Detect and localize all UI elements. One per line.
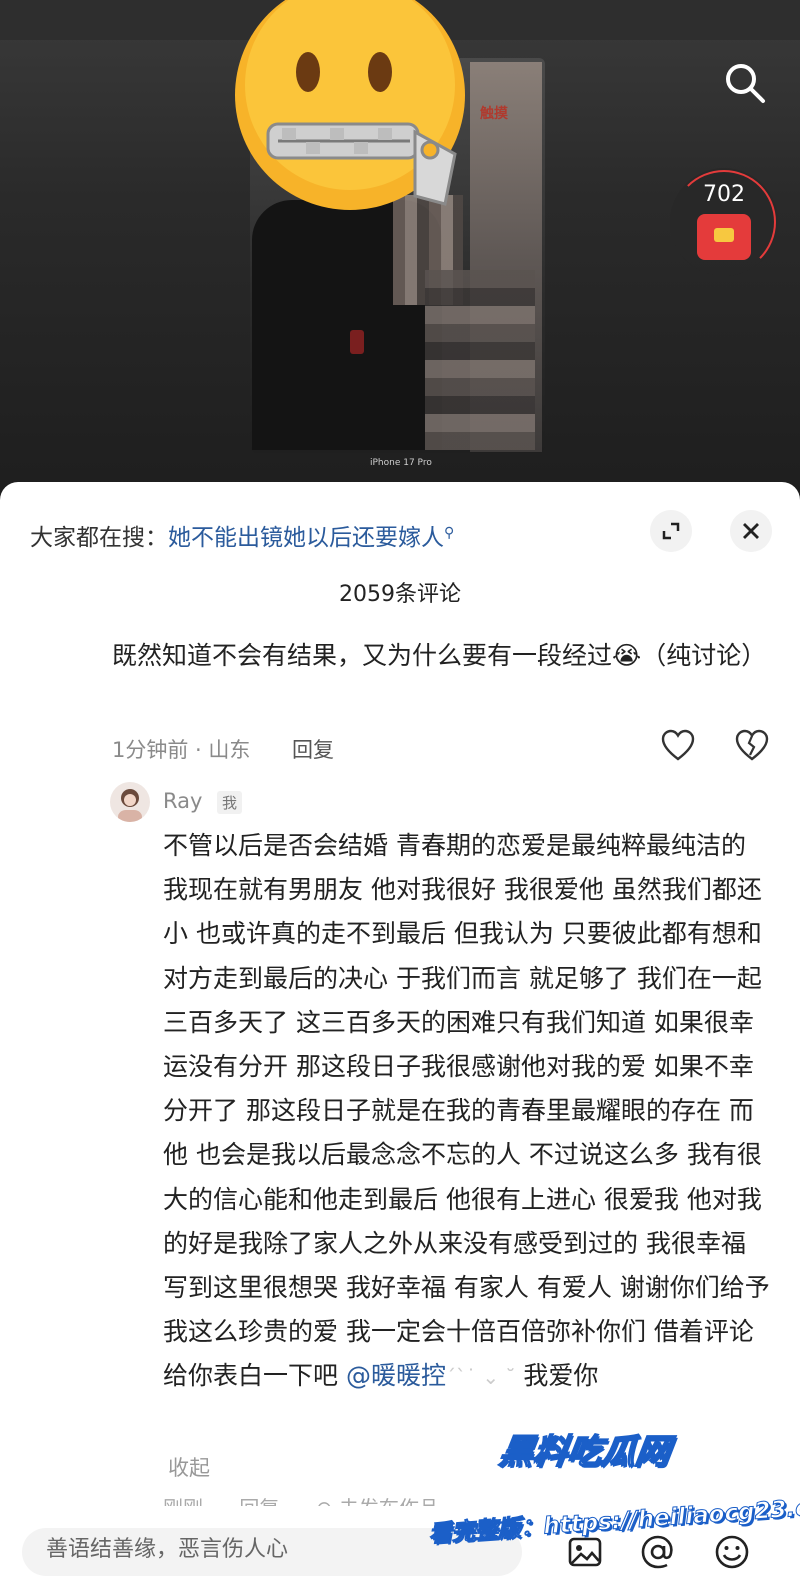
reply-text-end: 我爱你 [515,1361,599,1391]
mosaic-blur [425,270,535,450]
comment-text: 既然知道不会有结果，又为什么要有一段经过😭（纯讨论） [112,641,767,670]
avatar[interactable] [110,782,150,822]
broken-heart-icon[interactable] [734,728,770,764]
comment-meta: 1分钟前 · 山东 [112,738,251,762]
red-packet-icon [697,214,751,260]
watermark-logo: 黑料吃瓜网 [496,1431,673,1473]
search-icon[interactable] [720,58,770,108]
zipper-mouth-emoji-icon [235,0,465,210]
reply-source: ⊙ 未发布作品 [316,1496,439,1506]
close-icon[interactable] [730,510,772,552]
hot-search-prefix: 大家都在搜： [30,525,168,551]
hot-search-bar: 大家都在搜：她不能出镜她以后还要嫁人⚲ [30,518,454,552]
reply-meta: 刚刚 回复 ⊙ 未发布作品 [163,1492,469,1506]
comment-count: 2059条评论 [339,582,461,607]
reply-time: 刚刚 [163,1496,203,1506]
camera-label: iPhone 17 Pro [370,458,432,468]
reply-text: 不管以后是否会结婚 青春期的恋爱是最纯粹最纯洁的 我现在就有男朋友 他对我很好 … [163,824,771,1400]
reply-text-main: 不管以后是否会结婚 青春期的恋爱是最纯粹最纯洁的 我现在就有男朋友 他对我很好 … [163,831,770,1391]
red-packet-widget[interactable]: 702 [670,168,778,276]
shirt-logo [350,330,364,354]
collapse-button[interactable]: 收起 [168,1452,210,1482]
comment-sheet: 大家都在搜：她不能出镜她以后还要嫁人⚲ 2059条评论 既然知道不会有结果，又为… [0,482,800,1580]
red-packet-count: 702 [703,182,745,207]
reply-reply-button[interactable]: 回复 [239,1496,279,1506]
reply-username[interactable]: Ray [163,789,202,813]
me-badge: 我 [217,791,243,814]
decor-glyphs: ˊˋ˙ ⌄ ˘ [445,1365,516,1390]
emoji-icon[interactable] [712,1532,752,1572]
comment-reply-button[interactable]: 回复 [292,734,334,764]
at-mention-icon[interactable] [638,1532,678,1572]
heart-icon[interactable] [660,728,696,764]
video-player[interactable]: 触摸 iPhone 17 Pro 702 [0,0,800,500]
search-small-icon: ⚲ [444,525,455,541]
expand-icon[interactable] [650,510,692,552]
door-sign: 触摸 [480,106,508,122]
hot-search-link[interactable]: 她不能出镜她以后还要嫁人 [168,525,444,551]
mention-link[interactable]: @暖暖控 [346,1361,446,1390]
